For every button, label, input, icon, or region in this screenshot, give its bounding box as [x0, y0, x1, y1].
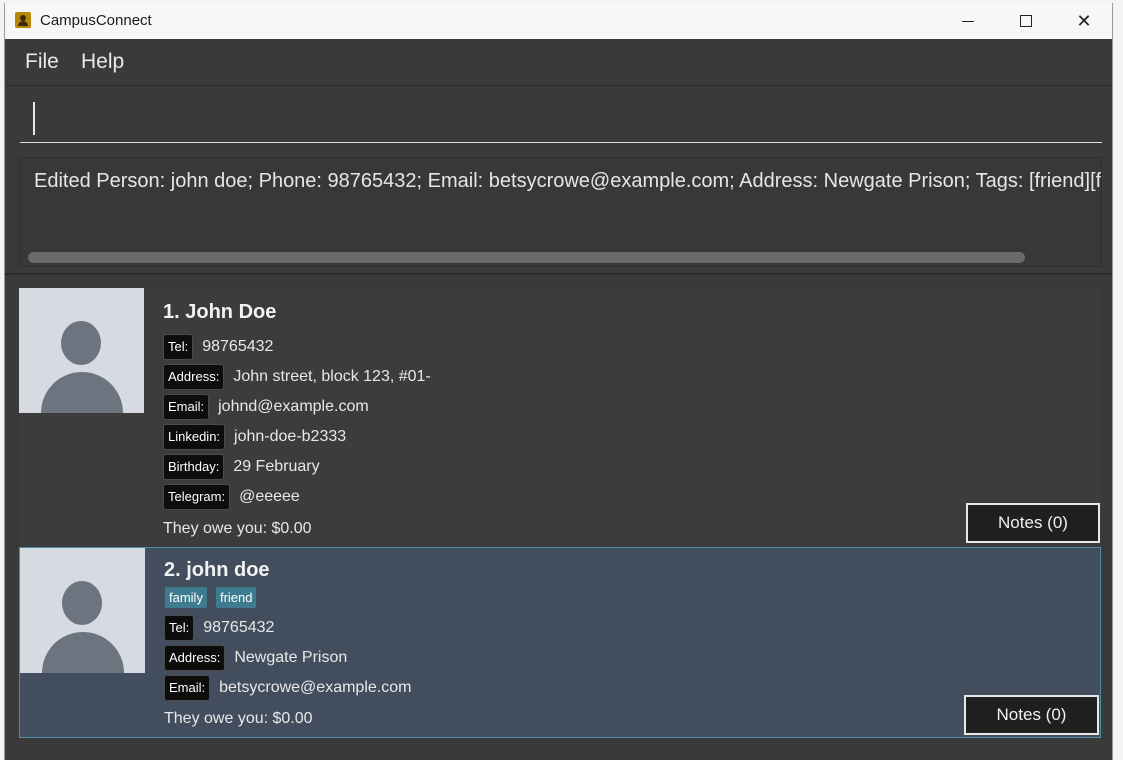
person-avatar-icon	[19, 288, 144, 413]
field-address: Address: John street, block 123, #01-	[163, 363, 431, 391]
field-label: Birthday:	[163, 454, 225, 480]
field-label: Email:	[164, 675, 211, 701]
field-label: Address:	[164, 645, 226, 671]
menu-file[interactable]: File	[25, 50, 59, 74]
person-card-selected[interactable]: 2. john doe family friend Tel: 98765432 …	[19, 547, 1101, 738]
command-box	[5, 86, 1112, 152]
field-value: Newgate Prison	[234, 649, 348, 666]
field-address: Address: Newgate Prison	[164, 644, 347, 672]
field-label: Email:	[163, 394, 210, 420]
field-label: Telegram:	[163, 484, 231, 510]
field-linkedin: Linkedin: john-doe-b2333	[163, 423, 346, 451]
tag-family: family	[165, 587, 207, 608]
field-value: 98765432	[202, 338, 274, 355]
field-phone: Tel: 98765432	[164, 614, 274, 642]
field-label: Tel:	[164, 615, 195, 641]
maximize-icon	[1020, 15, 1032, 27]
field-phone: Tel: 98765432	[163, 333, 273, 361]
field-email: Email: johnd@example.com	[163, 393, 369, 421]
field-value: @eeeee	[239, 488, 300, 505]
field-value: 98765432	[203, 619, 275, 636]
tag-list: family friend	[165, 587, 257, 608]
owe-amount: They owe you: $0.00	[163, 520, 312, 537]
person-list: 1. John Doe Tel: 98765432 Address: John …	[19, 288, 1101, 758]
app-icon	[15, 12, 31, 28]
field-label: Address:	[163, 364, 225, 390]
result-display: Edited Person: john doe; Phone: 98765432…	[19, 157, 1102, 267]
field-label: Tel:	[163, 334, 194, 360]
field-birthday: Birthday: 29 February	[163, 453, 320, 481]
person-card[interactable]: 1. John Doe Tel: 98765432 Address: John …	[19, 288, 1101, 544]
field-telegram: Telegram: @eeeee	[163, 483, 300, 511]
field-value: 29 February	[233, 458, 320, 475]
close-button[interactable]: ✕	[1055, 3, 1112, 39]
text-caret	[33, 102, 35, 135]
field-label: Linkedin:	[163, 424, 226, 450]
owe-amount: They owe you: $0.00	[164, 710, 313, 727]
minimize-icon	[962, 20, 974, 22]
field-value: betsycrowe@example.com	[219, 679, 412, 696]
menu-bar: File Help	[5, 39, 1112, 86]
close-icon: ✕	[1076, 10, 1092, 31]
minimize-button[interactable]	[939, 3, 997, 39]
title-bar: CampusConnect ✕	[5, 3, 1112, 39]
app-window: CampusConnect ✕ File Help Edited Person:…	[4, 3, 1113, 760]
notes-button[interactable]: Notes (0)	[966, 503, 1100, 543]
divider	[5, 273, 1112, 275]
person-name: 1. John Doe	[163, 301, 277, 323]
field-value: John street, block 123, #01-	[233, 368, 431, 385]
result-horizontal-scrollbar[interactable]	[28, 252, 1025, 263]
field-value: john-doe-b2333	[234, 428, 347, 445]
tag-friend: friend	[215, 587, 257, 608]
maximize-button[interactable]	[997, 3, 1055, 39]
field-email: Email: betsycrowe@example.com	[164, 674, 411, 702]
person-name: 2. john doe	[164, 559, 270, 581]
result-text: Edited Person: john doe; Phone: 98765432…	[34, 170, 1102, 192]
command-input[interactable]	[20, 96, 1102, 143]
notes-button[interactable]: Notes (0)	[964, 695, 1099, 735]
window-title: CampusConnect	[40, 12, 152, 29]
field-value: johnd@example.com	[218, 398, 369, 415]
person-avatar-icon	[20, 548, 145, 673]
menu-help[interactable]: Help	[81, 50, 124, 74]
